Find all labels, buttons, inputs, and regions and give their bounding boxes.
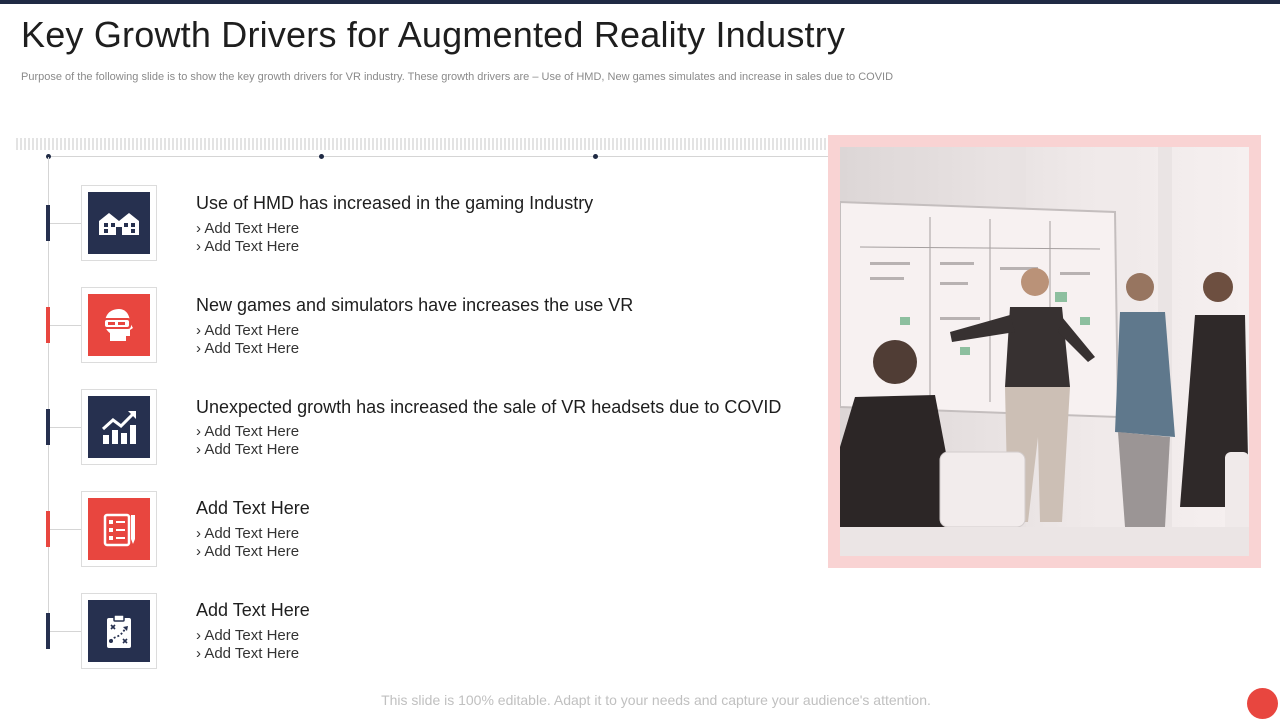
vr-headset-head-icon	[88, 294, 150, 356]
driver-bullet: › Add Text Here	[196, 645, 300, 662]
driver-bullet: › Add Text Here	[196, 627, 300, 644]
driver-bullet: › Add Text Here	[196, 340, 300, 357]
driver-bullet: › Add Text Here	[196, 220, 300, 237]
driver-title: Add Text Here	[196, 498, 310, 518]
clipboard-strategy-icon	[88, 600, 150, 662]
slide-footer-note: This slide is 100% editable. Adapt it to…	[381, 692, 931, 708]
driver-icon-frame	[81, 287, 157, 363]
slide-title: Key Growth Drivers for Augmented Reality…	[21, 14, 846, 55]
driver-bullet: › Add Text Here	[196, 525, 300, 542]
driver-title: Unexpected growth has increased the sale…	[196, 397, 782, 417]
photo-frame	[828, 135, 1261, 568]
corner-accent-dot	[1247, 688, 1278, 719]
team-meeting-photo	[840, 147, 1249, 556]
timeline-connector	[50, 631, 81, 632]
driver-bullet: › Add Text Here	[196, 238, 300, 255]
timeline-connector	[50, 325, 81, 326]
driver-bullet: › Add Text Here	[196, 322, 300, 339]
checklist-pen-icon	[88, 498, 150, 560]
timeline-horizontal-line	[48, 156, 828, 157]
dotted-divider	[16, 138, 828, 150]
top-accent-bar	[0, 0, 1280, 4]
driver-icon-frame	[81, 491, 157, 567]
driver-bullet: › Add Text Here	[196, 423, 300, 440]
driver-icon-frame	[81, 185, 157, 261]
driver-bullet: › Add Text Here	[196, 441, 300, 458]
buildings-icon	[88, 192, 150, 254]
driver-title: Use of HMD has increased in the gaming I…	[196, 193, 594, 213]
driver-icon-frame	[81, 389, 157, 465]
driver-icon-frame	[81, 593, 157, 669]
timeline-connector	[50, 223, 81, 224]
driver-bullet: › Add Text Here	[196, 543, 300, 560]
timeline-dot	[319, 154, 324, 159]
growth-chart-icon	[88, 396, 150, 458]
driver-title: New games and simulators have increases …	[196, 295, 634, 315]
slide-subtitle: Purpose of the following slide is to sho…	[21, 71, 894, 83]
timeline-connector	[50, 427, 81, 428]
timeline-dot	[593, 154, 598, 159]
timeline-connector	[50, 529, 81, 530]
driver-title: Add Text Here	[196, 600, 310, 620]
